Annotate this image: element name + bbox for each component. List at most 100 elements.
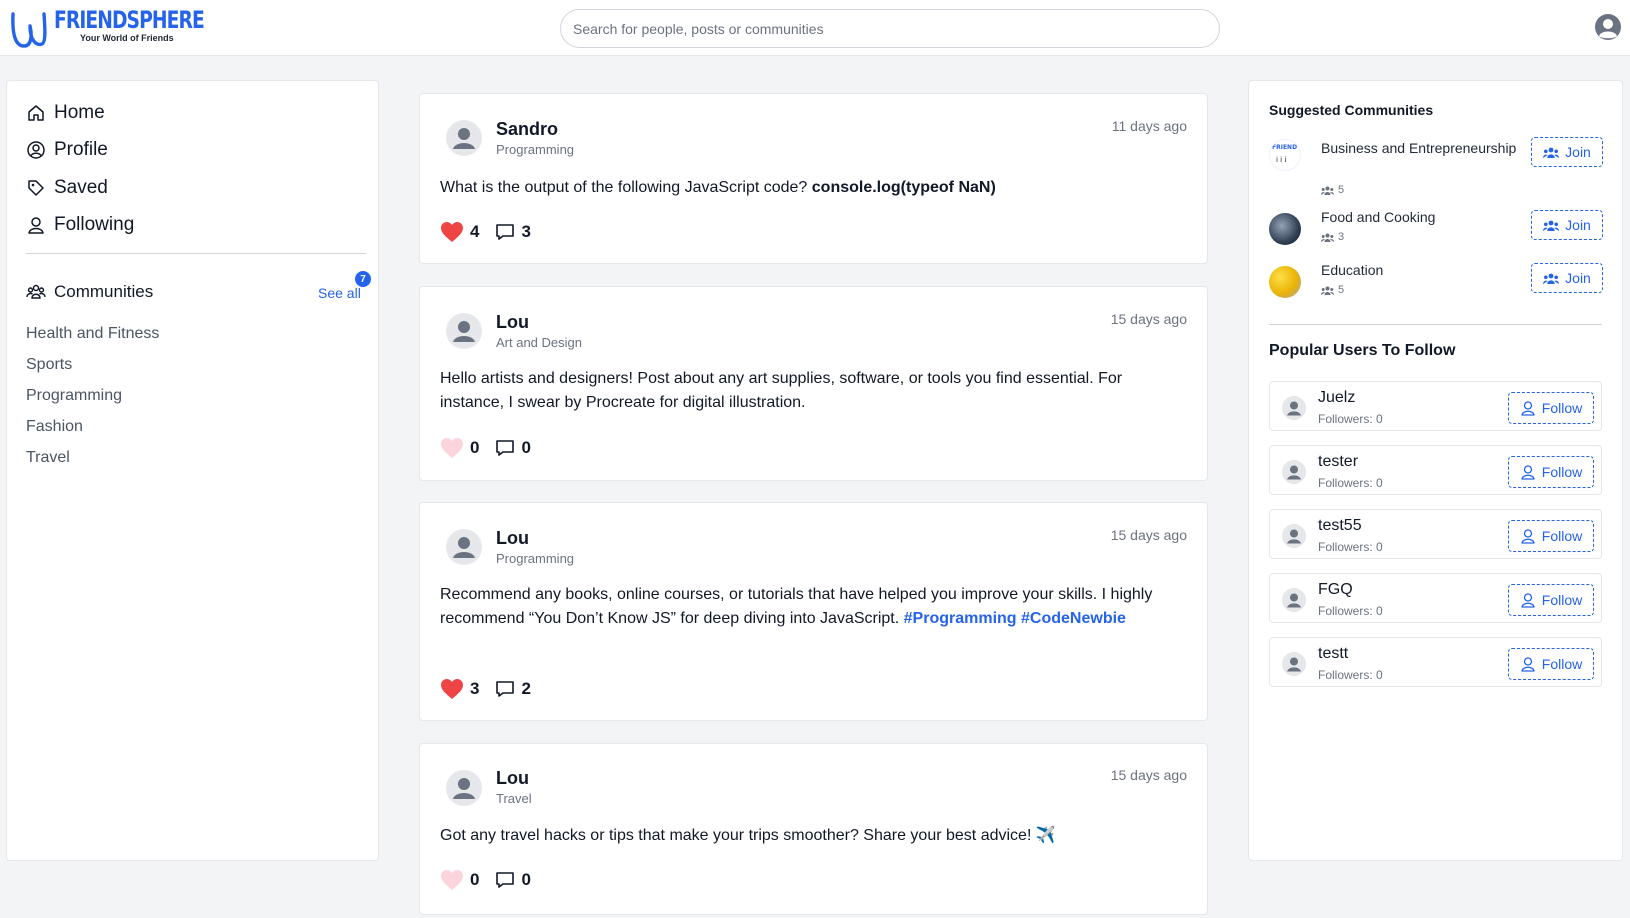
user-followers: Followers: 0 [1318, 604, 1383, 618]
community-member-count: 5 [1338, 284, 1345, 296]
follow-label: Follow [1541, 400, 1583, 416]
community-members: 5 [1321, 184, 1344, 196]
left-sidebar: Home Profile Saved Following Communities… [6, 80, 379, 861]
user-icon [1521, 593, 1535, 608]
community-logo-icon: FRIEND i i i [1272, 144, 1297, 164]
like-button[interactable]: 4 [440, 221, 479, 243]
avatar-icon[interactable] [1282, 588, 1306, 612]
post-text: What is the output of the following Java… [440, 179, 812, 196]
post-author[interactable]: Lou [496, 528, 529, 549]
user-card: testt Followers: 0 Follow [1269, 637, 1602, 687]
nav-item-saved[interactable]: Saved [26, 177, 108, 199]
community-name[interactable]: Education [1321, 259, 1383, 281]
join-button[interactable]: Join [1531, 263, 1603, 293]
post-author[interactable]: Sandro [496, 119, 558, 140]
post-category[interactable]: Travel [496, 791, 532, 806]
comment-button[interactable]: 3 [495, 222, 531, 242]
nav-label-profile: Profile [54, 139, 108, 160]
user-name[interactable]: Juelz [1318, 389, 1355, 407]
post-category[interactable]: Art and Design [496, 335, 582, 350]
like-button[interactable]: 0 [440, 437, 479, 459]
nav-item-following[interactable]: Following [26, 214, 134, 236]
post-text: Got any travel hacks or tips that make y… [440, 827, 1036, 844]
comment-count: 3 [521, 222, 531, 241]
community-avatar[interactable] [1269, 266, 1301, 298]
post-category[interactable]: Programming [496, 142, 574, 157]
user-name[interactable]: test55 [1318, 517, 1362, 535]
home-icon [28, 105, 44, 121]
comment-count: 0 [521, 870, 531, 889]
post-category[interactable]: Programming [496, 551, 574, 566]
user-name[interactable]: FGQ [1318, 581, 1353, 599]
follow-button[interactable]: Follow [1508, 392, 1594, 424]
nav-label-saved: Saved [54, 177, 108, 198]
hashtag-link[interactable]: #Programming [904, 610, 1017, 627]
user-card: FGQ Followers: 0 Follow [1269, 573, 1602, 623]
like-count: 0 [470, 438, 480, 457]
search-input[interactable] [560, 9, 1220, 48]
avatar-icon[interactable] [1282, 652, 1306, 676]
community-item[interactable]: Fashion [26, 418, 83, 436]
like-button[interactable]: 0 [440, 869, 479, 891]
user-card: Juelz Followers: 0 Follow [1269, 381, 1602, 431]
nav-divider [26, 253, 366, 254]
community-member-count: 3 [1338, 231, 1345, 243]
see-all-link[interactable]: See all [318, 285, 361, 301]
user-card: test55 Followers: 0 Follow [1269, 509, 1602, 559]
follow-button[interactable]: Follow [1508, 584, 1594, 616]
app-logo[interactable]: FRIENDSPHERE Your World of Friends [8, 6, 246, 50]
communities-count-badge: 7 [355, 271, 371, 287]
nav-item-home[interactable]: Home [26, 102, 105, 124]
app-title: FRIENDSPHERE [54, 6, 205, 34]
comment-button[interactable]: 0 [495, 870, 531, 890]
post-body: Hello artists and designers! Post about … [440, 370, 1123, 411]
heart-filled-icon [441, 222, 463, 242]
comment-count: 2 [521, 679, 531, 698]
community-members: 3 [1321, 231, 1344, 243]
suggested-communities-title: Suggested Communities [1269, 102, 1434, 118]
community-name[interactable]: Business and Entrepreneurship [1321, 137, 1521, 159]
like-count: 3 [470, 679, 480, 698]
svg-text:FRIEND: FRIEND [1272, 144, 1297, 151]
avatar-icon[interactable] [1282, 460, 1306, 484]
post-author[interactable]: Lou [496, 768, 529, 789]
user-account-icon[interactable] [1594, 13, 1622, 41]
avatar-icon[interactable] [446, 770, 482, 806]
nav-item-profile[interactable]: Profile [26, 139, 108, 161]
community-name[interactable]: Food and Cooking [1321, 206, 1435, 228]
user-name[interactable]: tester [1318, 453, 1358, 471]
follow-button[interactable]: Follow [1508, 520, 1594, 552]
avatar-icon[interactable] [446, 529, 482, 565]
heart-filled-icon [441, 679, 463, 699]
community-item[interactable]: Programming [26, 387, 122, 405]
avatar-icon[interactable] [1282, 524, 1306, 548]
comment-button[interactable]: 2 [495, 679, 531, 699]
like-button[interactable]: 3 [440, 678, 479, 700]
post-code: console.log(typeof NaN) [811, 179, 996, 196]
community-avatar[interactable]: FRIEND i i i [1269, 139, 1301, 171]
user-icon [1521, 657, 1535, 672]
user-name[interactable]: testt [1318, 645, 1348, 663]
avatar-icon[interactable] [446, 120, 482, 156]
heart-outline-icon [441, 438, 463, 458]
join-button[interactable]: Join [1531, 137, 1603, 167]
user-icon [28, 217, 44, 234]
community-item[interactable]: Travel [26, 449, 70, 467]
avatar-icon[interactable] [446, 313, 482, 349]
user-circle-icon [27, 141, 45, 159]
follow-label: Follow [1541, 656, 1583, 672]
hashtag-link[interactable]: #CodeNewbie [1021, 610, 1126, 627]
join-button[interactable]: Join [1531, 210, 1603, 240]
logo-mark-icon [11, 12, 47, 48]
post-author[interactable]: Lou [496, 312, 529, 333]
follow-button[interactable]: Follow [1508, 456, 1594, 488]
community-item[interactable]: Health and Fitness [26, 325, 159, 343]
comment-button[interactable]: 0 [495, 438, 531, 458]
users-icon [1543, 220, 1560, 231]
community-item[interactable]: Sports [26, 356, 72, 374]
user-followers: Followers: 0 [1318, 476, 1383, 490]
follow-button[interactable]: Follow [1508, 648, 1594, 680]
community-avatar[interactable] [1269, 213, 1301, 245]
user-icon [1521, 465, 1535, 480]
avatar-icon[interactable] [1282, 396, 1306, 420]
